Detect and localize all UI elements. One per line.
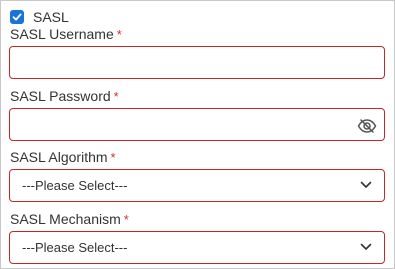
checkmark-icon — [12, 13, 22, 21]
sasl-mechanism-selected-value: ---Please Select--- — [22, 240, 128, 255]
sasl-checkbox-label: SASL — [33, 9, 69, 25]
sasl-settings-panel: SASL SASL Username * SASL Password * SASL … — [0, 0, 395, 269]
sasl-algorithm-selected-value: ---Please Select--- — [22, 178, 128, 193]
required-asterisk: * — [116, 27, 122, 42]
sasl-password-label-text: SASL Password — [10, 88, 111, 104]
sasl-mechanism-label: SASL Mechanism * — [10, 211, 129, 228]
sasl-password-input[interactable] — [9, 108, 385, 141]
sasl-username-input[interactable] — [9, 46, 385, 79]
sasl-algorithm-select[interactable]: ---Please Select--- — [9, 169, 385, 202]
sasl-mechanism-select[interactable]: ---Please Select--- — [9, 231, 385, 264]
chevron-down-icon — [360, 181, 372, 188]
required-asterisk: * — [110, 150, 116, 165]
sasl-checkbox[interactable] — [10, 10, 24, 24]
sasl-checkbox-row[interactable]: SASL — [10, 9, 69, 25]
sasl-username-label: SASL Username * — [10, 26, 122, 43]
sasl-password-label: SASL Password * — [10, 88, 119, 105]
sasl-algorithm-label-text: SASL Algorithm — [10, 149, 108, 165]
sasl-algorithm-label: SASL Algorithm * — [10, 149, 116, 166]
sasl-username-label-text: SASL Username — [10, 26, 114, 42]
required-asterisk: * — [113, 89, 119, 104]
eye-slash-icon[interactable] — [357, 118, 377, 134]
sasl-mechanism-label-text: SASL Mechanism — [10, 211, 121, 227]
required-asterisk: * — [123, 212, 129, 227]
chevron-down-icon — [360, 243, 372, 250]
